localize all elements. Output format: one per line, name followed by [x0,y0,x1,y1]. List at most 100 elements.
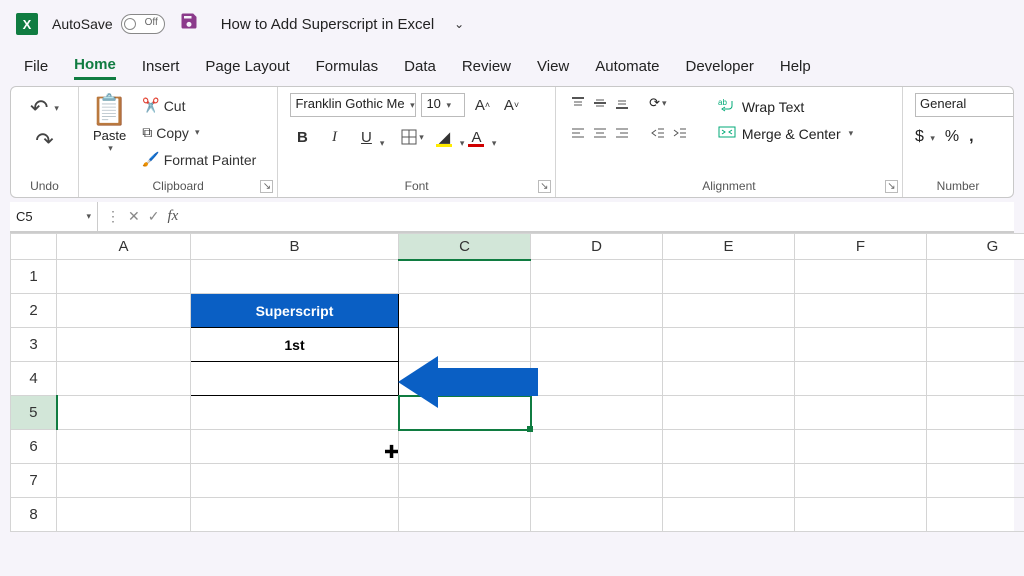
dialog-launcher-icon[interactable]: ↘ [538,180,551,193]
tab-file[interactable]: File [24,54,48,79]
row-header-4[interactable]: 4 [11,362,57,396]
chevron-down-icon: ▾ [419,132,424,143]
percent-format-button[interactable]: % [945,128,959,146]
fill-color-swatch [436,144,452,147]
scissors-icon: ✂️ [142,97,159,114]
title-chevron-icon[interactable]: ⌄ [454,17,464,31]
autosave-control[interactable]: AutoSave Off [52,14,165,34]
fx-icon[interactable]: fx [167,208,178,225]
cell-B2[interactable]: Superscript [191,294,399,328]
cell-B4[interactable] [191,362,399,396]
group-alignment: ⟳▾ ab Wrap Text Merge & C [556,87,903,197]
comma-format-button[interactable]: , [969,128,973,146]
fill-color-button[interactable]: ◢▾ [432,125,456,149]
chevron-down-icon: ▾ [930,133,935,143]
font-size-select[interactable]: 10 ▾ [421,93,465,117]
group-label-number: Number [915,179,1001,195]
col-header-G[interactable]: G [927,234,1024,260]
tab-view[interactable]: View [537,54,569,79]
copy-button[interactable]: ⧉Copy▾ [138,122,260,143]
group-font: Franklin Gothic Me ▾ 10 ▾ A˄ A˅ B I U▾ ▾… [278,87,555,197]
number-format-select[interactable]: General [915,93,1014,117]
paintbrush-icon: 🖌️ [142,151,159,168]
name-box[interactable]: C5 ▾ [10,202,98,231]
annotation-arrow [398,356,538,408]
accounting-format-button[interactable]: $ ▾ [915,128,935,146]
toggle-knob-icon [124,18,136,30]
col-header-D[interactable]: D [531,234,663,260]
tab-page-layout[interactable]: Page Layout [205,54,289,79]
col-header-C[interactable]: C [399,234,531,260]
col-header-F[interactable]: F [795,234,927,260]
redo-button[interactable]: ↷ [31,126,57,156]
row-header-5[interactable]: 5 [11,396,57,430]
select-all-corner[interactable] [11,234,57,260]
chevron-down-icon: ▾ [86,211,91,222]
row-header-6[interactable]: 6 [11,430,57,464]
decrease-indent-button[interactable] [648,123,668,143]
tab-insert[interactable]: Insert [142,54,180,79]
tab-data[interactable]: Data [404,54,436,79]
merge-center-button[interactable]: Merge & Center ▾ [718,124,853,143]
align-left-button[interactable] [568,123,588,143]
undo-button[interactable]: ↶▾ [26,93,63,123]
row-header-2[interactable]: 2 [11,294,57,328]
group-undo: ↶▾ ↷ Undo [11,87,79,197]
bold-button[interactable]: B [290,125,314,149]
formula-input[interactable] [186,202,1014,231]
document-title[interactable]: How to Add Superscript in Excel [221,16,434,33]
cell-B3[interactable]: 1st [191,328,399,362]
align-bottom-button[interactable] [612,93,632,113]
row-header-8[interactable]: 8 [11,498,57,532]
orientation-button[interactable]: ⟳▾ [648,93,668,113]
row-header-7[interactable]: 7 [11,464,57,498]
col-header-A[interactable]: A [57,234,191,260]
autosave-label: AutoSave [52,16,113,32]
wrap-text-button[interactable]: ab Wrap Text [718,97,853,116]
tab-automate[interactable]: Automate [595,54,659,79]
enter-formula-button[interactable]: ✓ [148,208,160,225]
decrease-font-button[interactable]: A˅ [499,93,523,117]
font-color-swatch [468,144,484,147]
paste-button[interactable]: 📋 Paste ▾ [91,93,128,154]
tab-help[interactable]: Help [780,54,811,79]
align-top-button[interactable] [568,93,588,113]
save-icon[interactable] [179,11,199,37]
group-number: General $ ▾ % , Number [903,87,1013,197]
italic-button[interactable]: I [322,125,346,149]
arrow-body [438,368,538,396]
tab-developer[interactable]: Developer [685,54,753,79]
align-right-button[interactable] [612,123,632,143]
align-middle-button[interactable] [590,93,610,113]
dialog-launcher-icon[interactable]: ↘ [885,180,898,193]
font-name-select[interactable]: Franklin Gothic Me ▾ [290,93,416,117]
increase-font-button[interactable]: A˄ [470,93,494,117]
tab-review[interactable]: Review [462,54,511,79]
font-color-button[interactable]: A▾ [464,125,488,149]
chevron-down-icon: ▾ [108,143,113,154]
copy-icon: ⧉ [142,124,152,141]
format-painter-button[interactable]: 🖌️Format Painter [138,149,260,170]
paste-label: Paste [93,128,126,143]
ribbon: ↶▾ ↷ Undo 📋 Paste ▾ ✂️Cut ⧉Copy▾ 🖌️Forma… [10,86,1014,198]
col-header-B[interactable]: B [191,234,399,260]
cell-cursor-icon: ✚ [384,442,399,463]
row-header-1[interactable]: 1 [11,260,57,294]
svg-text:ab: ab [718,98,727,107]
row-header-3[interactable]: 3 [11,328,57,362]
cut-button[interactable]: ✂️Cut [138,95,260,116]
autosave-toggle[interactable]: Off [121,14,165,34]
underline-button[interactable]: U▾ [354,125,378,149]
align-center-button[interactable] [590,123,610,143]
col-header-E[interactable]: E [663,234,795,260]
chevron-down-icon: ▾ [195,127,200,138]
ribbon-tabs: File Home Insert Page Layout Formulas Da… [0,48,1024,84]
excel-logo-icon: X [16,13,38,35]
cancel-formula-button[interactable]: ✕ [128,208,140,225]
tab-home[interactable]: Home [74,52,116,80]
dialog-launcher-icon[interactable]: ↘ [260,180,273,193]
tab-formulas[interactable]: Formulas [316,54,379,79]
increase-indent-button[interactable] [670,123,690,143]
borders-button[interactable]: ▾ [400,125,424,149]
arrow-head-icon [398,356,438,408]
